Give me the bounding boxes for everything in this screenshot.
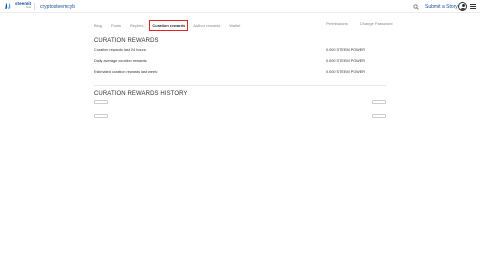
history-prev-button-top[interactable] [94,100,108,104]
submit-story-link[interactable]: Submit a Story [425,4,458,10]
header-divider [34,3,35,10]
curation-rewards-title: CURATION REWARDS [94,38,159,44]
tab-wallet[interactable]: Wallet [229,23,240,28]
curation-row-label: Daily average curation rewards: [94,59,148,63]
avatar-icon[interactable] [458,2,467,11]
logo-text: steemit beta [15,1,32,9]
tab-blog[interactable]: Blog [94,23,102,28]
curation-row: Curation rewards last 24 hours: 0.000 ST… [94,48,386,56]
curation-row-value: 0.000 STEEM POWER [326,70,366,74]
history-next-button-top[interactable] [372,100,386,104]
curation-history-title: CURATION REWARDS HISTORY [94,91,188,97]
tab-replies[interactable]: Replies [130,23,143,28]
curation-row-value: 0.000 STEEM POWER [326,48,366,52]
tab-change-password[interactable]: Change Password [360,21,393,26]
logo-beta-label: beta [26,6,32,9]
tab-permissions[interactable]: Permissions [326,21,348,26]
curation-row-value: 0.000 STEEM POWER [326,59,366,63]
curation-row: Estimated curation rewards last week: 0.… [94,70,386,78]
hamburger-menu-icon[interactable] [470,4,476,9]
section-divider [94,85,386,86]
curation-row: Daily average curation rewards: 0.000 ST… [94,59,386,67]
search-icon[interactable] [413,3,419,10]
tab-author-rewards[interactable]: Author rewards [193,23,220,28]
curation-row-label: Curation rewards last 24 hours: [94,48,147,52]
history-prev-button-bottom[interactable] [94,114,108,118]
settings-tabs: Permissions Change Password [326,21,404,26]
profile-tabs: Blog Posts Replies Curation rewards Auth… [94,20,249,31]
steemit-logo[interactable]: steemit beta [4,1,32,10]
top-bar: steemit beta cryptosteemcyb Submit a Sto… [0,0,480,13]
curation-row-label: Estimated curation rewards last week: [94,70,158,74]
tab-curation-rewards[interactable]: Curation rewards [149,20,189,31]
tab-posts[interactable]: Posts [111,23,121,28]
history-next-button-bottom[interactable] [372,114,386,118]
steemit-logo-icon [4,2,11,9]
account-name-link[interactable]: cryptosteemcyb [40,4,75,10]
